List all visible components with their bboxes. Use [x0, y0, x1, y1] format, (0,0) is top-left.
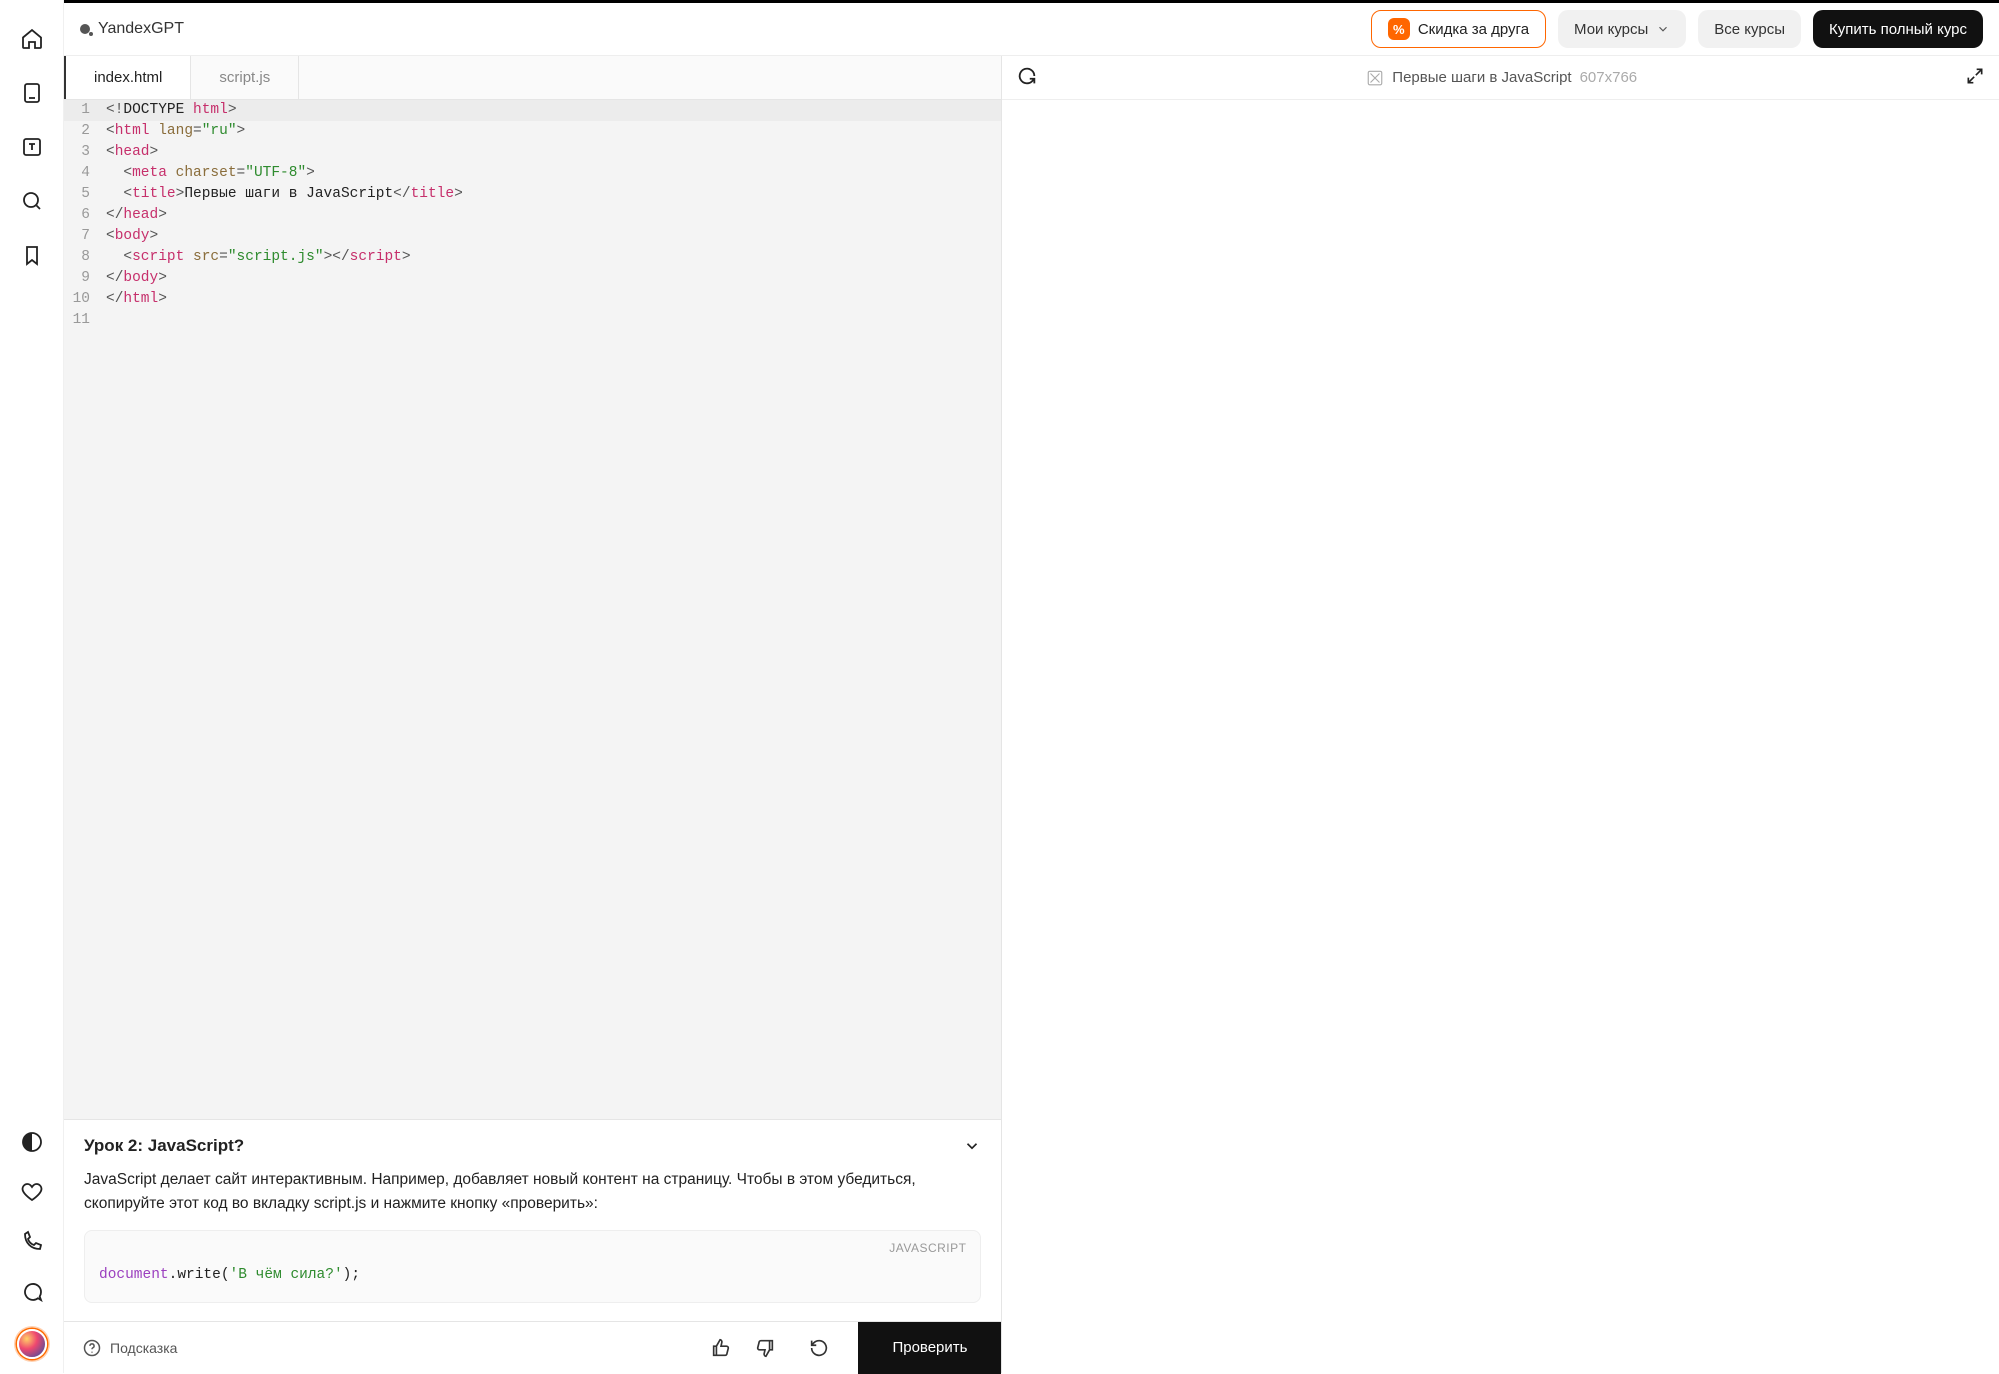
- code-line[interactable]: 10</html>: [64, 289, 1001, 310]
- editor-tabs: index.html script.js: [64, 56, 1001, 100]
- lesson-title: Урок 2: JavaScript?: [84, 1136, 244, 1156]
- bottombar: Подсказка Проверить: [64, 1321, 1001, 1373]
- code-line[interactable]: 11: [64, 310, 1001, 331]
- bookmark-icon[interactable]: [19, 242, 45, 268]
- discount-label: Скидка за друга: [1418, 21, 1529, 38]
- reset-icon: [808, 1337, 830, 1359]
- code-line[interactable]: 9</body>: [64, 268, 1001, 289]
- preview-pane: [1002, 100, 1999, 1373]
- home-icon[interactable]: [19, 26, 45, 52]
- preview-title: Первые шаги в JavaScript: [1392, 69, 1571, 86]
- refresh-icon: [1016, 65, 1038, 87]
- chevron-down-icon: [963, 1137, 981, 1155]
- theme-toggle-icon[interactable]: [19, 1129, 45, 1155]
- expand-icon: [1965, 66, 1985, 86]
- refresh-preview-button[interactable]: [1016, 65, 1038, 90]
- hint-label: Подсказка: [110, 1340, 177, 1356]
- snippet-language: JAVASCRIPT: [85, 1231, 980, 1258]
- percent-icon: %: [1388, 18, 1410, 40]
- heart-icon[interactable]: [19, 1179, 45, 1205]
- lesson-header[interactable]: Урок 2: JavaScript?: [64, 1120, 1001, 1168]
- brand[interactable]: YandexGPT: [80, 20, 184, 38]
- lesson-text: JavaScript делает сайт интерактивным. На…: [84, 1168, 981, 1216]
- tab-index-html[interactable]: index.html: [64, 56, 191, 99]
- code-line[interactable]: 1<!DOCTYPE html>: [64, 100, 1001, 121]
- thumbs-up-icon: [710, 1337, 732, 1359]
- code-line[interactable]: 4 <meta charset="UTF-8">: [64, 163, 1001, 184]
- snippet-code[interactable]: document.write('В чём сила?');: [85, 1258, 980, 1302]
- text-tool-icon[interactable]: [19, 134, 45, 160]
- brand-label: YandexGPT: [98, 20, 184, 38]
- chevron-down-icon: [1656, 22, 1670, 36]
- code-line[interactable]: 3<head>: [64, 142, 1001, 163]
- buy-full-label: Купить полный курс: [1829, 21, 1967, 38]
- phone-icon[interactable]: [19, 1229, 45, 1255]
- check-button[interactable]: Проверить: [858, 1322, 1001, 1374]
- all-courses-button[interactable]: Все курсы: [1698, 10, 1801, 48]
- code-editor[interactable]: 1<!DOCTYPE html>2<html lang="ru">3<head>…: [64, 100, 1001, 1119]
- all-courses-label: Все курсы: [1714, 21, 1785, 38]
- thumbs-up-button[interactable]: [706, 1333, 736, 1363]
- search-icon[interactable]: [19, 188, 45, 214]
- my-courses-label: Мои курсы: [1574, 21, 1648, 38]
- brand-logo-icon: [80, 24, 90, 34]
- buy-full-course-button[interactable]: Купить полный курс: [1813, 10, 1983, 48]
- hint-button[interactable]: Подсказка: [82, 1338, 177, 1358]
- reset-button[interactable]: [804, 1333, 834, 1363]
- thumbs-down-icon: [754, 1337, 776, 1359]
- broken-image-icon: [1366, 69, 1384, 87]
- code-line[interactable]: 6</head>: [64, 205, 1001, 226]
- my-courses-button[interactable]: Мои курсы: [1558, 10, 1686, 48]
- code-snippet: JAVASCRIPT document.write('В чём сила?')…: [84, 1230, 981, 1303]
- preview-header: Первые шаги в JavaScript 607x766: [1002, 56, 1999, 100]
- avatar[interactable]: [17, 1329, 47, 1359]
- code-line[interactable]: 7<body>: [64, 226, 1001, 247]
- preview-dimensions: 607x766: [1580, 69, 1638, 86]
- topbar: YandexGPT % Скидка за друга Мои курсы Вс…: [64, 0, 1999, 56]
- code-line[interactable]: 5 <title>Первые шаги в JavaScript</title…: [64, 184, 1001, 205]
- book-icon[interactable]: [19, 80, 45, 106]
- tab-script-js[interactable]: script.js: [191, 56, 299, 99]
- chat-icon[interactable]: [19, 1279, 45, 1305]
- thumbs-down-button[interactable]: [750, 1333, 780, 1363]
- discount-button[interactable]: % Скидка за друга: [1371, 10, 1546, 48]
- lesson-panel: Урок 2: JavaScript? JavaScript делает са…: [64, 1119, 1001, 1321]
- expand-preview-button[interactable]: [1965, 66, 1985, 89]
- help-icon: [82, 1338, 102, 1358]
- sidebar: [0, 0, 64, 1373]
- code-line[interactable]: 8 <script src="script.js"></script>: [64, 247, 1001, 268]
- code-line[interactable]: 2<html lang="ru">: [64, 121, 1001, 142]
